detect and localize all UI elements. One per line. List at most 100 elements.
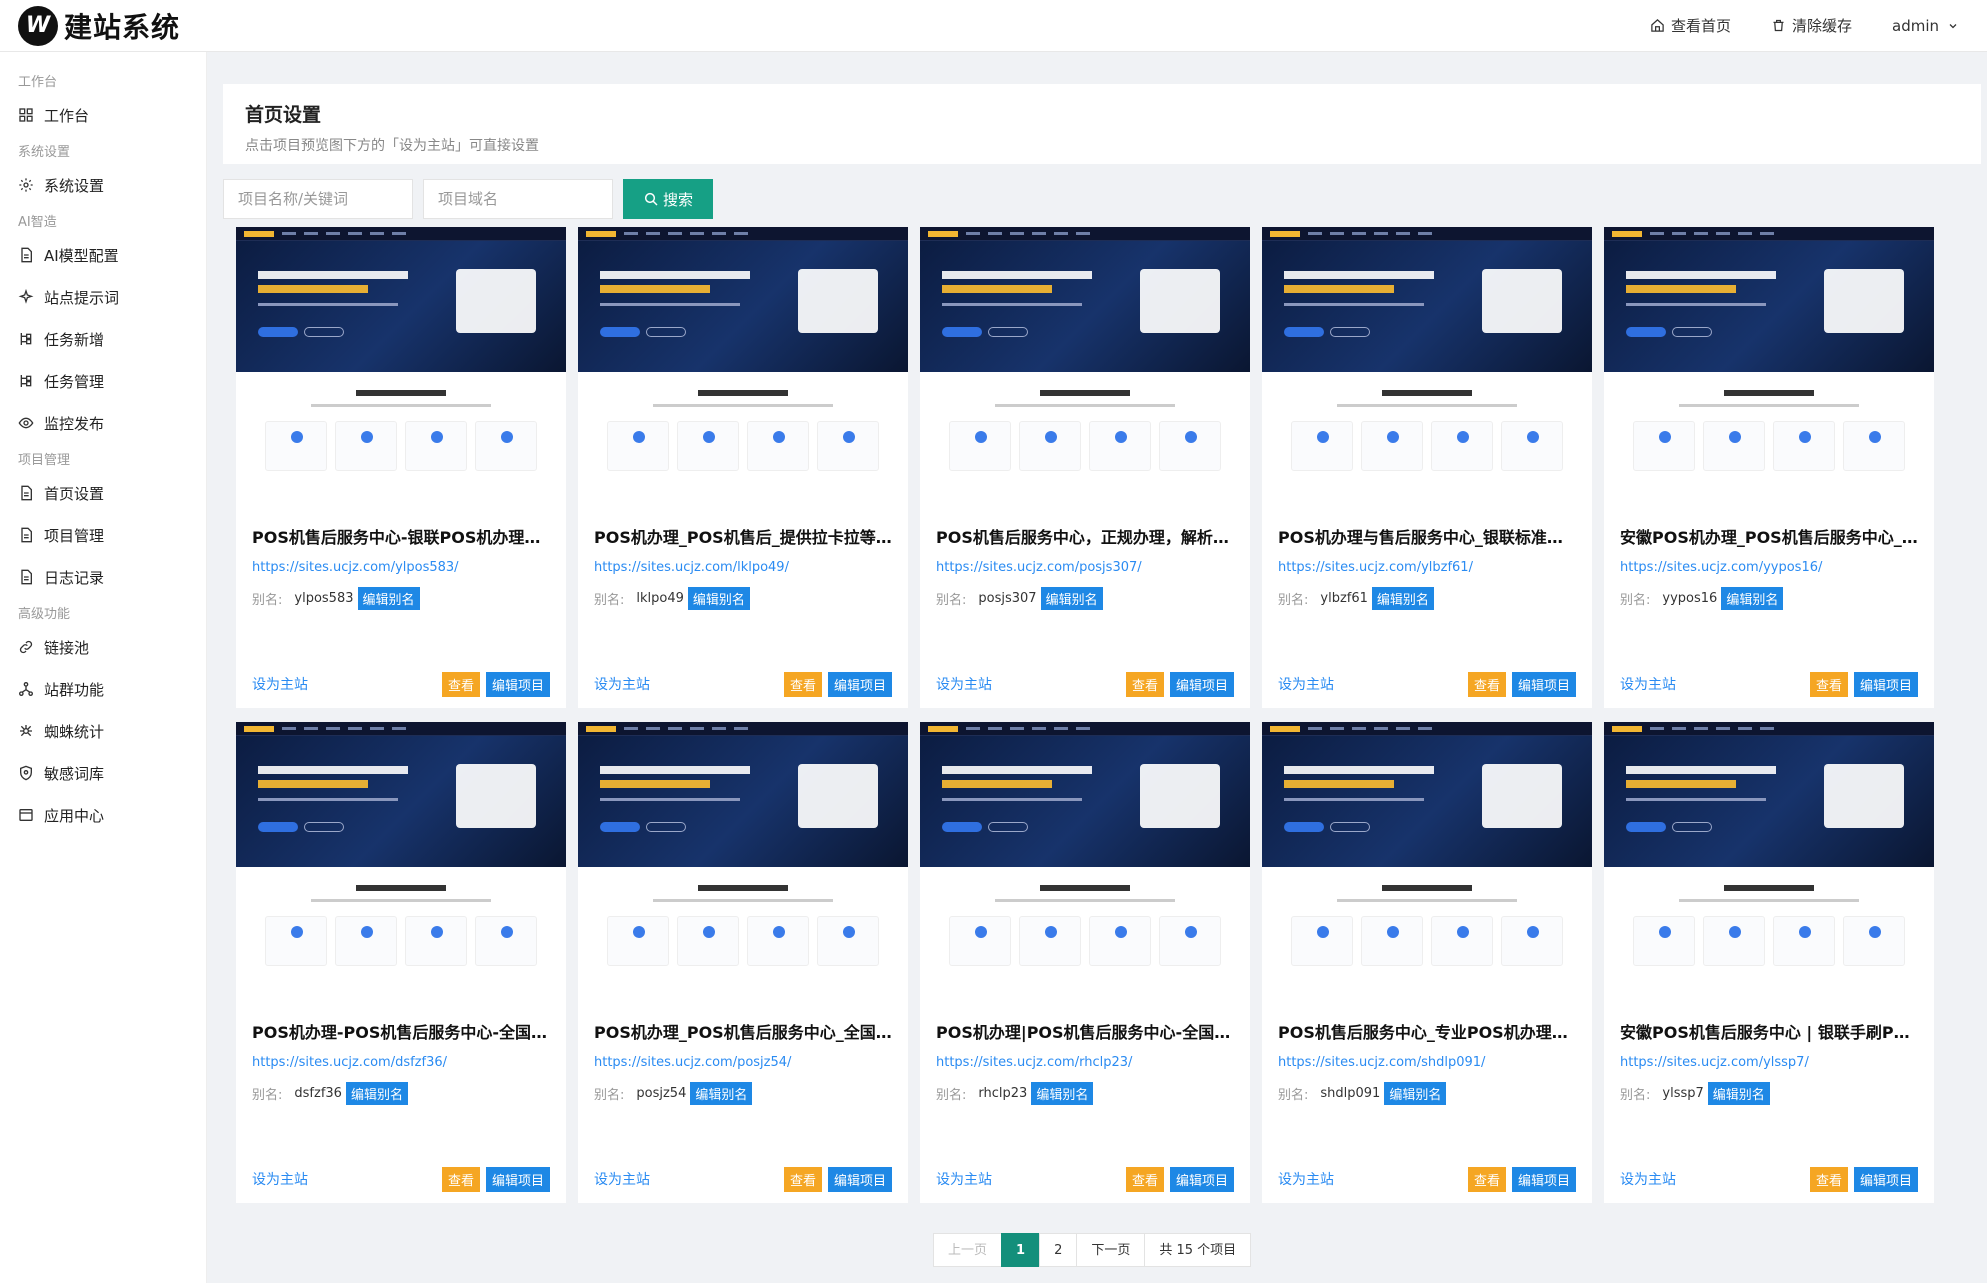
edit-project-button[interactable]: 编辑项目 (1511, 671, 1576, 697)
view-button[interactable]: 查看 (1467, 671, 1506, 697)
view-button[interactable]: 查看 (1125, 671, 1164, 697)
sidebar-item-task-add[interactable]: 任务新增 (0, 318, 206, 360)
preview-section-subtitle (995, 404, 1175, 407)
site-preview-thumbnail[interactable] (1262, 722, 1592, 997)
document-icon (21, 247, 32, 263)
logo[interactable]: W 建站系统 (18, 5, 204, 46)
project-alias: 别名: posjs307 编辑别名 (920, 587, 1250, 610)
edit-project-button[interactable]: 编辑项目 (1169, 671, 1234, 697)
sidebar-item-homepage-settings[interactable]: 首页设置 (0, 472, 206, 514)
set-main-site-link[interactable]: 设为主站 (1620, 1169, 1676, 1189)
page-1-button[interactable]: 1 (1001, 1233, 1041, 1267)
sidebar-item-system-settings[interactable]: 系统设置 (0, 164, 206, 206)
edit-alias-button[interactable]: 编辑别名 (690, 1082, 753, 1105)
set-main-site-link[interactable]: 设为主站 (936, 1169, 992, 1189)
view-button[interactable]: 查看 (441, 1166, 480, 1192)
alias-value: yypos16 (1662, 591, 1718, 606)
view-button[interactable]: 查看 (1809, 671, 1848, 697)
site-preview-thumbnail[interactable] (236, 227, 566, 502)
clear-cache-button[interactable]: 清除缓存 (1771, 15, 1852, 36)
view-button[interactable]: 查看 (1467, 1166, 1506, 1192)
sidebar-item-project-manage[interactable]: 项目管理 (0, 514, 206, 556)
view-button[interactable]: 查看 (783, 1166, 822, 1192)
set-main-site-link[interactable]: 设为主站 (936, 674, 992, 694)
project-url-link[interactable]: https://sites.ucjz.com/posjs307/ (920, 560, 1250, 575)
view-button[interactable]: 查看 (783, 671, 822, 697)
set-main-site-link[interactable]: 设为主站 (594, 1169, 650, 1189)
project-url-link[interactable]: https://sites.ucjz.com/dsfzf36/ (236, 1055, 566, 1070)
prev-page-button[interactable]: 上一页 (933, 1233, 1003, 1267)
view-button[interactable]: 查看 (441, 671, 480, 697)
next-page-button[interactable]: 下一页 (1076, 1233, 1146, 1267)
edit-project-button[interactable]: 编辑项目 (1853, 1166, 1918, 1192)
sidebar-item-spider-stats[interactable]: 蜘蛛统计 (0, 710, 206, 752)
sidebar-item-monitor-publish[interactable]: 监控发布 (0, 402, 206, 444)
edit-alias-button[interactable]: 编辑别名 (1707, 1082, 1770, 1105)
edit-alias-button[interactable]: 编辑别名 (345, 1082, 408, 1105)
project-url-link[interactable]: https://sites.ucjz.com/ylpos583/ (236, 560, 566, 575)
edit-project-button[interactable]: 编辑项目 (827, 1166, 892, 1192)
edit-project-button[interactable]: 编辑项目 (1511, 1166, 1576, 1192)
project-url-link[interactable]: https://sites.ucjz.com/shdlp091/ (1262, 1055, 1592, 1070)
gear-icon (19, 178, 33, 192)
site-preview-thumbnail[interactable] (920, 227, 1250, 502)
site-preview-thumbnail[interactable] (1604, 227, 1934, 502)
document-icon (21, 485, 32, 501)
edit-project-button[interactable]: 编辑项目 (485, 671, 550, 697)
site-preview-thumbnail[interactable] (1604, 722, 1934, 997)
sidebar-item-ai-model[interactable]: AI模型配置 (0, 234, 206, 276)
preview-section-title (1382, 885, 1472, 891)
edit-alias-button[interactable]: 编辑别名 (687, 587, 750, 610)
preview-buttons (1626, 822, 1712, 832)
site-preview-thumbnail[interactable] (920, 722, 1250, 997)
set-main-site-link[interactable]: 设为主站 (594, 674, 650, 694)
preview-subline (600, 798, 740, 801)
edit-alias-button[interactable]: 编辑别名 (357, 587, 420, 610)
edit-project-button[interactable]: 编辑项目 (1853, 671, 1918, 697)
page-2-button[interactable]: 2 (1039, 1233, 1078, 1267)
edit-project-button[interactable]: 编辑项目 (485, 1166, 550, 1192)
user-menu[interactable]: admin (1892, 17, 1959, 35)
site-preview-thumbnail[interactable] (578, 227, 908, 502)
project-url-link[interactable]: https://sites.ucjz.com/rhclp23/ (920, 1055, 1250, 1070)
sidebar-item-logs[interactable]: 日志记录 (0, 556, 206, 598)
edit-project-button[interactable]: 编辑项目 (827, 671, 892, 697)
set-main-site-link[interactable]: 设为主站 (1278, 674, 1334, 694)
view-button[interactable]: 查看 (1125, 1166, 1164, 1192)
sidebar-item-link-pool[interactable]: 链接池 (0, 626, 206, 668)
sidebar-item-site-group[interactable]: 站群功能 (0, 668, 206, 710)
project-url-link[interactable]: https://sites.ucjz.com/lklpo49/ (578, 560, 908, 575)
preview-features (920, 916, 1250, 966)
edit-alias-button[interactable]: 编辑别名 (1040, 587, 1103, 610)
project-url-link[interactable]: https://sites.ucjz.com/ylssp7/ (1604, 1055, 1934, 1070)
project-url-link[interactable]: https://sites.ucjz.com/ylbzf61/ (1262, 560, 1592, 575)
sidebar-item-workbench[interactable]: 工作台 (0, 94, 206, 136)
sidebar-item-app-center[interactable]: 应用中心 (0, 794, 206, 836)
edit-project-button[interactable]: 编辑项目 (1169, 1166, 1234, 1192)
set-main-site-link[interactable]: 设为主站 (252, 1169, 308, 1189)
sidebar-item-site-prompts[interactable]: 站点提示词 (0, 276, 206, 318)
site-preview-thumbnail[interactable] (236, 722, 566, 997)
view-button[interactable]: 查看 (1809, 1166, 1848, 1192)
edit-alias-button[interactable]: 编辑别名 (1721, 587, 1784, 610)
edit-alias-button[interactable]: 编辑别名 (1384, 1082, 1447, 1105)
search-button[interactable]: 搜索 (623, 179, 713, 219)
site-preview-thumbnail[interactable] (578, 722, 908, 997)
sidebar-item-task-manage[interactable]: 任务管理 (0, 360, 206, 402)
edit-alias-button[interactable]: 编辑别名 (1371, 587, 1434, 610)
project-title: POS机办理|POS机售后服务中心-全国专... (936, 1023, 1249, 1042)
keyword-input[interactable] (223, 179, 413, 219)
edit-alias-button[interactable]: 编辑别名 (1031, 1082, 1094, 1105)
domain-input[interactable] (423, 179, 613, 219)
set-main-site-link[interactable]: 设为主站 (1278, 1169, 1334, 1189)
sidebar-item-sensitive-words[interactable]: 敏感词库 (0, 752, 206, 794)
set-main-site-link[interactable]: 设为主站 (1620, 674, 1676, 694)
project-url-link[interactable]: https://sites.ucjz.com/yypos16/ (1604, 560, 1934, 575)
alias-value: rhclp23 (978, 1086, 1028, 1101)
sidebar-item-label: 日志记录 (44, 568, 105, 587)
site-preview-thumbnail[interactable] (1262, 227, 1592, 502)
preview-buttons (1284, 822, 1370, 832)
view-home-link[interactable]: 查看首页 (1650, 15, 1731, 36)
set-main-site-link[interactable]: 设为主站 (252, 674, 308, 694)
project-url-link[interactable]: https://sites.ucjz.com/posjz54/ (578, 1055, 908, 1070)
